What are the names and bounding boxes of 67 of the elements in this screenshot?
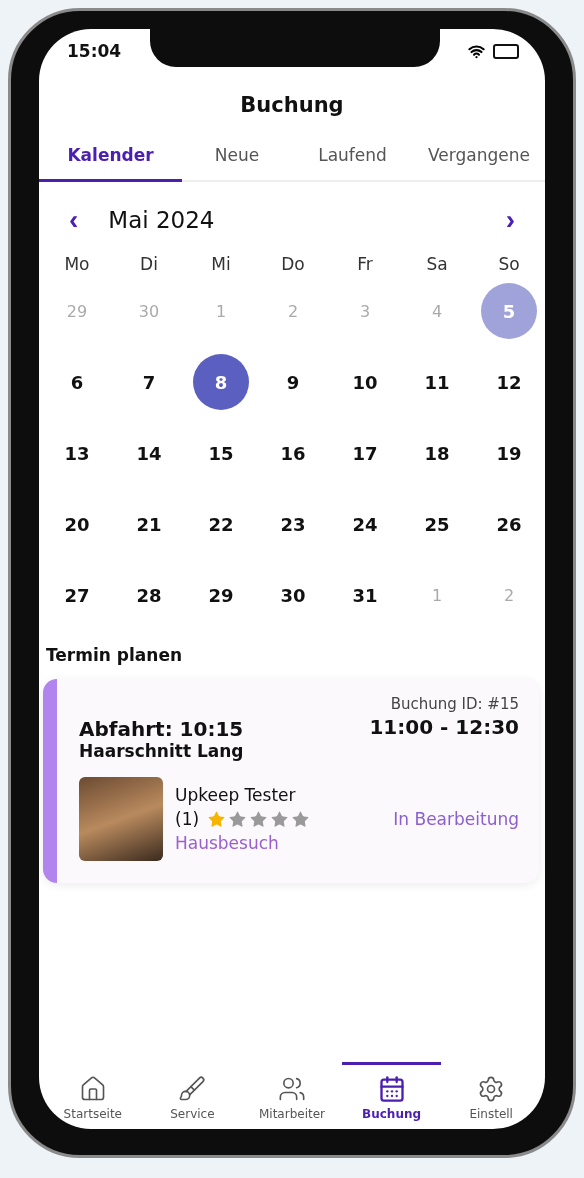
month-label: Mai 2024 [108,207,216,233]
calendar-day[interactable]: 19 [481,425,537,481]
people-icon [278,1075,306,1103]
tab[interactable]: Laufend [292,145,413,182]
calendar-day[interactable]: 31 [337,567,393,623]
star-icon [207,809,227,829]
calendar-day[interactable]: 6 [49,354,105,410]
calendar-day[interactable]: 23 [265,496,321,552]
nav-item[interactable]: Buchung [341,1062,442,1121]
weekday-label: So [497,254,521,274]
tab[interactable]: Vergangene [413,145,545,182]
time-range: 11:00 - 12:30 [369,715,519,739]
service-name: Haarschnitt Lang [79,741,244,761]
calendar-day[interactable]: 12 [481,354,537,410]
calendar-day[interactable]: 16 [265,425,321,481]
page-title: Buchung [239,93,345,117]
weekday-label: Di [139,254,159,274]
calendar-day[interactable]: 24 [337,496,393,552]
booking-status: In Bearbeitung [393,809,519,829]
nav-item[interactable]: Mitarbeiter [242,1062,342,1121]
calendar-day[interactable]: 15 [193,425,249,481]
weekday-label: Sa [425,254,449,274]
calendar-day[interactable]: 25 [409,496,465,552]
calendar-day[interactable]: 11 [409,354,465,410]
booking-id: Buchung ID: #15 [389,695,519,713]
calendar-day[interactable]: 8 [193,354,249,410]
nav-item[interactable]: Startseite [43,1062,143,1121]
calendar-day[interactable]: 29 [193,567,249,623]
previous-month-button[interactable]: ‹ [63,206,85,234]
calendar-day[interactable]: 26 [481,496,537,552]
calendar-day[interactable]: 9 [265,354,321,410]
tab[interactable]: Kalender [39,145,182,182]
weekday-label: Mo [63,254,91,274]
weekday-label: Do [280,254,306,274]
status-time: 15:04 [67,41,122,61]
weekday-label: Mi [210,254,232,274]
departure-time: Abfahrt: 10:15 [79,717,244,741]
nav-item[interactable]: Service [142,1062,243,1121]
customer-name: Upkeep Tester [175,785,297,805]
booking-card[interactable]: Abfahrt: 10:15 Haarschnitt Lang Buchung ID: #15 11:00 - 12:30 Upkeep Tester (1) Hausbesuch In Bearbeitung [43,679,539,883]
calendar-day[interactable]: 13 [49,425,105,481]
weekday-label: Fr [356,254,374,274]
nav-item[interactable]: Einstell [441,1062,541,1121]
calendar-day[interactable]: 7 [121,354,177,410]
star-icon [228,809,248,829]
calendar-day[interactable]: 21 [121,496,177,552]
wifi-icon [468,42,485,60]
calendar-day[interactable]: 20 [49,496,105,552]
calendar-day[interactable]: 17 [337,425,393,481]
calendar-day[interactable]: 18 [409,425,465,481]
calendar-icon [377,1075,406,1103]
section-title: Termin planen [46,645,184,665]
next-month-button[interactable]: › [499,206,521,234]
calendar-day[interactable]: 27 [49,567,105,623]
calendar-day[interactable]: 14 [121,425,177,481]
calendar-day[interactable]: 30 [265,567,321,623]
star-icon [291,809,311,829]
tab[interactable]: Neue [182,145,292,182]
star-icon [270,809,290,829]
calendar-day[interactable]: 22 [193,496,249,552]
star-icon [249,809,269,829]
brush-icon [178,1075,207,1103]
visit-type: Hausbesuch [175,833,280,853]
calendar-day[interactable]: 10 [337,354,393,410]
rating-count: (1) [175,809,200,829]
battery-icon [493,43,519,59]
calendar-day[interactable]: 28 [121,567,177,623]
